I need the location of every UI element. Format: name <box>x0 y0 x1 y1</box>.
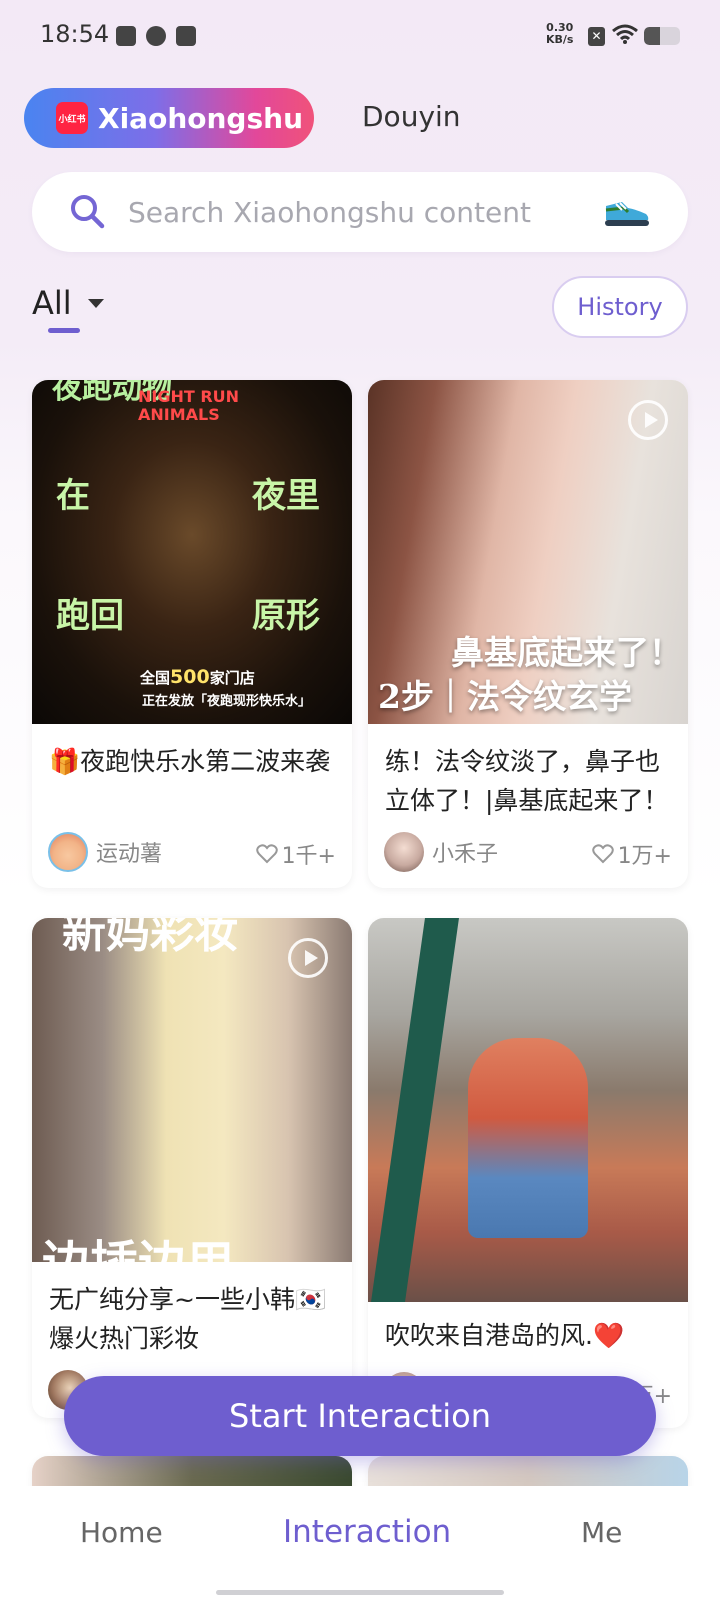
like-count[interactable]: 1万+ <box>591 838 672 870</box>
card-image <box>368 918 688 1302</box>
card-title: 无广纯分享~一些小韩🇰🇷爆火热门彩妆 <box>49 1285 327 1353</box>
home-indicator[interactable] <box>216 1590 504 1595</box>
nav-interaction[interactable]: Interaction <box>283 1514 451 1550</box>
start-interaction-button[interactable]: Start Interaction <box>64 1376 656 1456</box>
tab-xiaohongshu[interactable]: 小红书 Xiaohongshu <box>24 88 314 148</box>
battery-level <box>644 27 661 45</box>
search-input[interactable] <box>128 186 608 238</box>
xiaohongshu-logo-icon: 小红书 <box>56 102 88 134</box>
card-author: 运动薯 <box>48 832 162 872</box>
card-image: 新妈彩妆 边插边用 <box>32 918 352 1262</box>
image-bottom-line-1: 全国500家门店 <box>140 666 255 688</box>
brand-line-2: ANIMALS <box>138 405 220 424</box>
nav-me[interactable]: Me <box>581 1516 622 1549</box>
avatar <box>48 832 88 872</box>
wifi-icon <box>612 24 638 44</box>
brand-line-1: NIGHT RUN <box>138 387 240 406</box>
image-word-2: 夜里 <box>252 476 320 516</box>
tab-xiaohongshu-label: Xiaohongshu <box>98 101 303 135</box>
nav-home[interactable]: Home <box>80 1516 163 1549</box>
image-caption-top: 新妈彩妆 <box>62 918 238 958</box>
card-title: 🎁夜跑快乐水第二波来袭 <box>49 747 331 776</box>
filter-selected-label: All <box>32 284 72 322</box>
author-name: 小禾子 <box>432 842 499 867</box>
card-author: 小禾子 <box>384 832 498 872</box>
image-caption-bottom: 边插边用 <box>42 1224 234 1262</box>
image-word-1: 在 <box>56 476 90 516</box>
image-pole <box>371 918 459 1302</box>
sim-off-icon: ✕ <box>588 27 605 46</box>
battery-icon <box>644 27 680 45</box>
like-count-value: 1万+ <box>617 844 672 869</box>
filter-underline <box>48 328 80 333</box>
image-caption-2: 2步｜法令纹玄学 <box>378 677 632 716</box>
play-icon <box>628 400 668 440</box>
heart-icon <box>591 844 614 864</box>
author-name: 运动薯 <box>96 842 163 867</box>
feed-card-1[interactable]: 夜跑动物 NIGHT RUN ANIMALS 在 夜里 跑回 原形 全国500家… <box>32 380 352 888</box>
card-image: 夜跑动物 NIGHT RUN ANIMALS 在 夜里 跑回 原形 全国500家… <box>32 380 352 724</box>
notification-icon <box>116 26 136 46</box>
network-speed: 0.30 KB/s <box>546 21 574 46</box>
card-image: 鼻基底起来了！ 2步｜法令纹玄学 <box>368 380 688 724</box>
image-figure <box>468 1038 588 1238</box>
like-count[interactable]: 1千+ <box>255 838 336 870</box>
caret-down-icon <box>87 298 104 308</box>
avatar <box>384 832 424 872</box>
vivo-icon <box>176 26 196 46</box>
feed-card-4[interactable]: 吹吹来自港岛的风.❤️ 万+ <box>368 918 688 1428</box>
card-title: 吹吹来自港岛的风.❤️ <box>385 1321 625 1350</box>
app-notification-icon <box>146 26 166 46</box>
filter-dropdown[interactable]: All <box>32 284 104 322</box>
heart-icon <box>255 844 278 864</box>
status-time: 18:54 <box>40 20 110 48</box>
play-icon <box>288 938 328 978</box>
status-bar: 18:54 0.30 KB/s ✕ <box>0 0 720 72</box>
history-button[interactable]: History <box>552 276 688 338</box>
search-bar[interactable] <box>32 172 688 252</box>
sneaker-icon[interactable] <box>602 196 652 230</box>
bottom-nav: Home Interaction Me <box>0 1486 720 1600</box>
card-title: 练！法令纹淡了，鼻子也立体了！|鼻基底起来了！ <box>385 747 669 815</box>
image-bottom-line-2: 正在发放「夜跑现形快乐水」 <box>142 694 312 709</box>
feed-card-2[interactable]: 鼻基底起来了！ 2步｜法令纹玄学 练！法令纹淡了，鼻子也立体了！|鼻基底起来了！… <box>368 380 688 888</box>
image-word-4: 原形 <box>252 596 320 636</box>
search-icon <box>71 195 105 229</box>
tab-douyin[interactable]: Douyin <box>362 100 461 133</box>
like-count-value: 1千+ <box>281 844 336 869</box>
feed-card-3[interactable]: 新妈彩妆 边插边用 无广纯分享~一些小韩🇰🇷爆火热门彩妆 <box>32 918 352 1418</box>
image-word-3: 跑回 <box>56 596 124 636</box>
image-caption-1: 鼻基底起来了！ <box>451 633 682 672</box>
